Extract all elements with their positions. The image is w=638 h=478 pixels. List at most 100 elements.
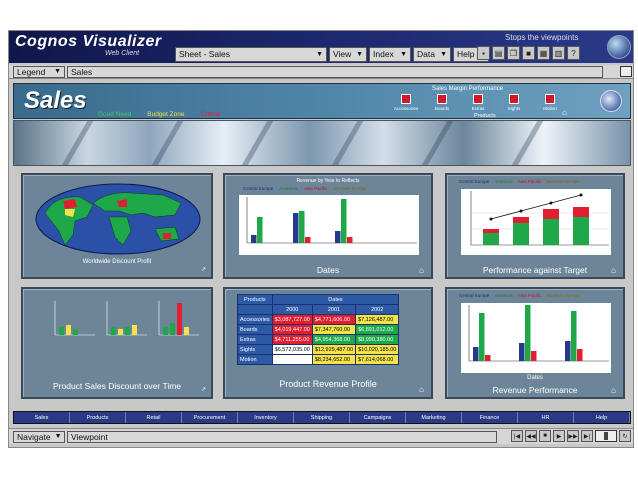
sheet-field[interactable]: Sales bbox=[67, 65, 603, 78]
status-square bbox=[437, 94, 447, 104]
table-row: Boards $4,019,447.00 $7,347,760.00 $6,891,0… bbox=[237, 324, 400, 335]
speed-slider[interactable] bbox=[595, 430, 617, 442]
stop-icon[interactable]: ■ bbox=[539, 430, 551, 442]
window-icon[interactable] bbox=[620, 66, 632, 77]
status-square bbox=[509, 94, 519, 104]
nav-tab-products[interactable]: Products bbox=[70, 412, 126, 423]
nav-tab-shipping[interactable]: Shipping bbox=[294, 412, 350, 423]
tick-label: 2000 bbox=[297, 246, 315, 255]
print-icon[interactable]: ▤ bbox=[492, 46, 505, 60]
nav-tab-hr[interactable]: HR bbox=[518, 412, 574, 423]
tile-icon[interactable]: ▥ bbox=[552, 46, 565, 60]
viewpoint-field[interactable]: Viewpoint bbox=[67, 430, 497, 443]
bar bbox=[251, 235, 257, 243]
home-icon[interactable]: ⌂ bbox=[611, 386, 616, 395]
bottom-bar: Navigate ▼ Viewpoint |◀ ◀◀ ■ ▶ ▶▶ ▶| ↻ bbox=[9, 428, 633, 444]
bar bbox=[571, 311, 577, 361]
margin-label: Motion bbox=[543, 106, 557, 111]
bar bbox=[335, 231, 341, 243]
tick-label: 2001 bbox=[523, 364, 541, 373]
panel-target[interactable]: Central Europe Americas Asia Pacific Nor… bbox=[445, 173, 625, 279]
table-cell: $12,929,487.00 bbox=[311, 344, 357, 355]
margin-label: Sights bbox=[507, 106, 521, 111]
home-icon[interactable]: ⌂ bbox=[419, 385, 424, 394]
world-map[interactable] bbox=[35, 183, 201, 255]
panel-discount[interactable]: Product Sales Discount over Time ↗ bbox=[21, 287, 213, 399]
nav-tab-inventory[interactable]: Inventory bbox=[238, 412, 294, 423]
panel-world-map[interactable]: Worldwide Discount Profit ↗ bbox=[21, 173, 213, 279]
status-budget: Budget Zone bbox=[147, 111, 185, 118]
arrow-icon[interactable]: ↗ bbox=[201, 386, 206, 393]
nav-tab-campaigns[interactable]: Campaigns bbox=[350, 412, 406, 423]
target-legend: Central Europe Americas Asia Pacific Nor… bbox=[459, 179, 580, 184]
nav-tab-sales[interactable]: Sales bbox=[14, 412, 70, 423]
revenue-xlabel: Dates bbox=[527, 375, 543, 381]
panel-revenue[interactable]: Central Europe Americas Asia Pacific Nor… bbox=[445, 287, 625, 399]
forward-icon[interactable]: ▶▶ bbox=[567, 430, 579, 442]
status-square bbox=[473, 94, 483, 104]
table-row: Accessories $3,087,727.00 $4,771,606.00 $7,… bbox=[237, 314, 400, 325]
bar bbox=[305, 237, 311, 243]
panel-dates[interactable]: Revenue by Year to Reflects Central Euro… bbox=[223, 173, 433, 279]
help-icon[interactable]: ? bbox=[567, 46, 580, 60]
refresh-icon[interactable]: ↻ bbox=[619, 430, 631, 442]
play-icon[interactable]: ▶ bbox=[553, 430, 565, 442]
app-subtitle: Web Client bbox=[105, 50, 140, 57]
target-chart[interactable] bbox=[461, 189, 611, 255]
status-critical: Critical bbox=[200, 111, 221, 118]
rewind-icon[interactable]: ◀◀ bbox=[525, 430, 537, 442]
dates-bar-chart[interactable]: 1999 2000 2001 2002 bbox=[239, 195, 419, 255]
nav-tab-procurement[interactable]: Procurement bbox=[182, 412, 238, 423]
margin-indicator[interactable]: Extras bbox=[469, 94, 487, 111]
layout-icon[interactable]: ▦ bbox=[537, 46, 550, 60]
stop-icon[interactable]: ■ bbox=[522, 46, 535, 60]
table-cell: $8,234,652.00 bbox=[311, 354, 357, 365]
year-header: 2001 bbox=[311, 304, 357, 315]
bar bbox=[577, 349, 583, 361]
menu-data-dropdown[interactable]: Data ▼ bbox=[413, 46, 451, 62]
home-icon[interactable]: ⌂ bbox=[562, 108, 567, 117]
nav-tab-help[interactable]: Help bbox=[574, 412, 630, 423]
panel-profile[interactable]: Products Dates 2000 2001 2002 Accessories $… bbox=[223, 287, 433, 399]
profile-title: Product Revenue Profile bbox=[279, 379, 377, 389]
globe-icon[interactable] bbox=[600, 90, 622, 112]
table-cell: $3,087,727.00 bbox=[271, 314, 313, 325]
margin-indicator[interactable]: Boards bbox=[433, 94, 451, 111]
navigate-dropdown[interactable]: Navigate ▼ bbox=[13, 430, 65, 443]
first-icon[interactable]: |◀ bbox=[511, 430, 523, 442]
navigation-controls: |◀ ◀◀ ■ ▶ ▶▶ ▶| ↻ bbox=[511, 430, 631, 442]
table-cell: $10,020,185.00 bbox=[355, 344, 400, 355]
title-bar: Cognos Visualizer Web Client Stops the v… bbox=[9, 31, 633, 63]
menu-index-dropdown[interactable]: Index ▼ bbox=[369, 46, 411, 62]
menu-view-dropdown[interactable]: View ▼ bbox=[329, 46, 367, 62]
revenue-bar-chart[interactable]: 2000 2001 2002 bbox=[461, 303, 611, 373]
home-icon[interactable]: ⌂ bbox=[611, 266, 616, 275]
margin-indicator[interactable]: Accessories bbox=[394, 94, 418, 111]
margin-indicator[interactable]: Motion bbox=[541, 94, 559, 111]
last-icon[interactable]: ▶| bbox=[581, 430, 593, 442]
nav-tab-marketing[interactable]: Marketing bbox=[406, 412, 462, 423]
home-icon[interactable]: ⌂ bbox=[419, 266, 424, 275]
row-label: Boards bbox=[237, 324, 273, 335]
bar bbox=[525, 305, 531, 361]
margin-title: Sales Margin Performance bbox=[432, 86, 504, 92]
table-cell: $6,891,012.00 bbox=[355, 324, 400, 335]
copy-icon[interactable]: ❐ bbox=[507, 46, 520, 60]
legend-dropdown[interactable]: Legend ▼ bbox=[13, 65, 65, 78]
save-icon[interactable]: ▪ bbox=[477, 46, 490, 60]
bar bbox=[519, 343, 525, 361]
discount-small-multiples[interactable] bbox=[33, 297, 203, 371]
revenue-table: Products Dates 2000 2001 2002 Accessories $… bbox=[237, 294, 400, 365]
nav-tab-retail[interactable]: Retail bbox=[126, 412, 182, 423]
year-header: 2000 bbox=[271, 304, 313, 315]
bar bbox=[299, 211, 305, 243]
dates-chart-title: Revenue by Year to Reflects bbox=[296, 178, 360, 184]
bar bbox=[565, 341, 571, 361]
discount-title: Product Sales Discount over Time bbox=[52, 381, 182, 391]
selector-bar: Legend ▼ Sales bbox=[9, 65, 633, 79]
arrow-icon[interactable]: ↗ bbox=[201, 266, 206, 273]
nav-tab-finance[interactable]: Finance bbox=[462, 412, 518, 423]
menu-sheet-dropdown[interactable]: Sheet - Sales ▼ bbox=[175, 46, 327, 62]
page-title: Sales bbox=[24, 87, 87, 114]
margin-indicator[interactable]: Sights bbox=[505, 94, 523, 111]
